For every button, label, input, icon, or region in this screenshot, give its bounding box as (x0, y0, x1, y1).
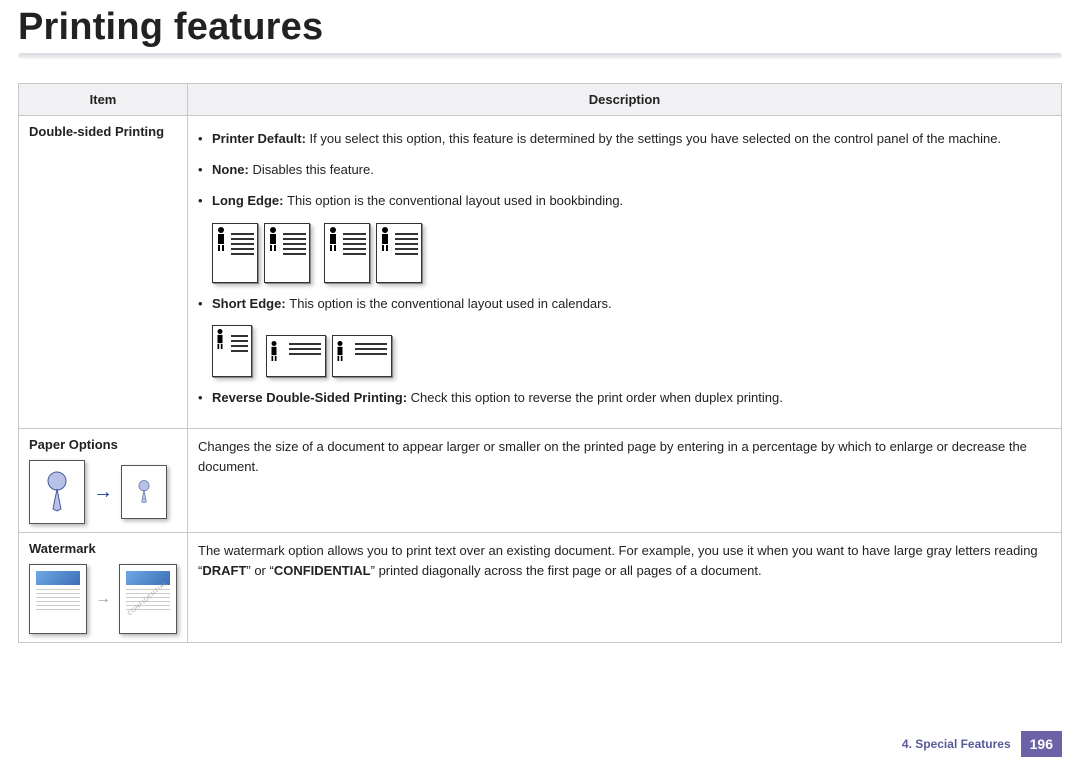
term-short-edge: Short Edge: (212, 296, 289, 311)
text-paper-options: Changes the size of a document to appear… (188, 429, 1062, 533)
bullet-short-edge: Short Edge: This option is the conventio… (198, 295, 1051, 314)
term-long-edge: Long Edge: (212, 193, 287, 208)
paper-small-icon (121, 465, 167, 519)
label-paper-options: Paper Options (29, 437, 177, 452)
bullet-printer-default: Printer Default: If you select this opti… (198, 130, 1051, 149)
footer-chapter: 4. Special Features (902, 732, 1021, 756)
text-long-edge: This option is the conventional layout u… (287, 193, 623, 208)
text-none: Disables this feature. (252, 162, 373, 177)
row-watermark: Watermark → CONFIDENTIAL (19, 533, 1062, 643)
page-thumb-icon (266, 335, 326, 377)
footer-page-number: 196 (1021, 731, 1062, 757)
watermark-diagonal-text: CONFIDENTIAL (127, 581, 169, 618)
page-thumb-icon (376, 223, 422, 283)
bullet-long-edge: Long Edge: This option is the convention… (198, 192, 1051, 211)
page-title: Printing features (18, 6, 1062, 49)
term-none: None: (212, 162, 252, 177)
page-thumb-icon (212, 223, 258, 283)
label-double-sided: Double-sided Printing (29, 124, 177, 139)
term-printer-default: Printer Default: (212, 131, 310, 146)
header-item: Item (19, 84, 188, 116)
row-double-sided: Double-sided Printing Printer Default: I… (19, 116, 1062, 429)
term-reverse: Reverse Double-Sided Printing: (212, 390, 411, 405)
watermark-after-icon: CONFIDENTIAL (119, 564, 177, 634)
text-short-edge: This option is the conventional layout u… (289, 296, 611, 311)
text-printer-default: If you select this option, this feature … (310, 131, 1002, 146)
features-table: Item Description Double-sided Printing P… (18, 83, 1062, 643)
arrow-icon: → (93, 481, 113, 504)
page-thumb-icon (324, 223, 370, 283)
long-edge-illustration (212, 223, 1051, 283)
bullet-none: None: Disables this feature. (198, 161, 1051, 180)
arrow-icon: → (95, 590, 111, 608)
paper-options-illustration: → (29, 460, 177, 524)
watermark-before-icon (29, 564, 87, 634)
header-description: Description (188, 84, 1062, 116)
text-reverse: Check this option to reverse the print o… (411, 390, 783, 405)
title-underline (18, 53, 1062, 59)
text-watermark: The watermark option allows you to print… (188, 533, 1062, 643)
row-paper-options: Paper Options → Changes the size of a do… (19, 429, 1062, 533)
page-thumb-icon (264, 223, 310, 283)
paper-large-icon (29, 460, 85, 524)
short-edge-illustration (212, 325, 1051, 377)
label-watermark: Watermark (29, 541, 177, 556)
page-thumb-icon (332, 335, 392, 377)
page-thumb-icon (212, 325, 252, 377)
bullet-reverse: Reverse Double-Sided Printing: Check thi… (198, 389, 1051, 408)
watermark-illustration: → CONFIDENTIAL (29, 564, 177, 634)
page-footer: 4. Special Features 196 (902, 731, 1062, 757)
